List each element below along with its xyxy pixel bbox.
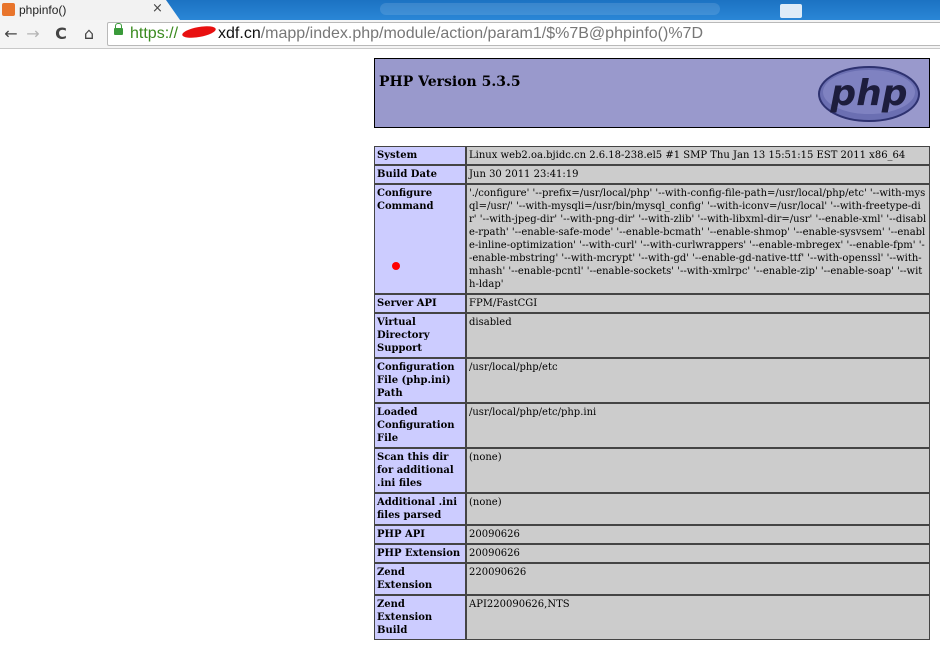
- row-key: PHP API: [374, 525, 466, 544]
- red-dot-marker: [392, 262, 400, 270]
- row-key: Additional .ini files parsed: [374, 493, 466, 525]
- table-row: Scan this dir for additional .ini files(…: [374, 448, 930, 493]
- row-key: Zend Extension Build: [374, 595, 466, 640]
- table-row: PHP API 20090626: [374, 525, 930, 544]
- table-row: Loaded Configuration File/usr/local/php/…: [374, 403, 930, 448]
- php-header: PHP Version 5.3.5 php: [374, 58, 930, 128]
- url-host: xdf.cn: [218, 25, 261, 42]
- row-value: './configure' '--prefix=/usr/local/php' …: [466, 184, 930, 294]
- tab-phpinfo[interactable]: phpinfo() ×: [0, 0, 180, 20]
- row-value: (none): [466, 448, 930, 493]
- row-key: Zend Extension: [374, 563, 466, 595]
- table-row: Zend Extension Build API220090626,NTS: [374, 595, 930, 640]
- php-logo: php: [818, 66, 920, 122]
- redaction-mark: [181, 24, 217, 40]
- row-value: 220090626: [466, 563, 930, 595]
- table-row: Configure Command './configure' '--prefix…: [374, 184, 930, 294]
- address-bar[interactable]: https:// xdf.cn/mapp/index.php/module/act…: [107, 22, 940, 46]
- table-row: Zend Extension 220090626: [374, 563, 930, 595]
- row-key: PHP Extension: [374, 544, 466, 563]
- reload-button[interactable]: C: [52, 24, 70, 44]
- php-logo-text: php: [829, 73, 907, 114]
- tab-title: phpinfo(): [19, 3, 67, 17]
- row-key: Virtual Directory Support: [374, 313, 466, 358]
- table-row: Additional .ini files parsed (none): [374, 493, 930, 525]
- row-value: Jun 30 2011 23:41:19: [466, 165, 930, 184]
- page-content: PHP Version 5.3.5 php System Linux web2.o…: [0, 49, 940, 660]
- row-value: /usr/local/php/etc: [466, 358, 930, 403]
- table-row: Server API FPM/FastCGI: [374, 294, 930, 313]
- lock-icon: [114, 23, 123, 35]
- row-key: Scan this dir for additional .ini files: [374, 448, 466, 493]
- page-title: PHP Version 5.3.5: [379, 74, 521, 90]
- row-key: Build Date: [374, 165, 466, 184]
- background-shape: [380, 3, 720, 15]
- row-value: FPM/FastCGI: [466, 294, 930, 313]
- url-path: /mapp/index.php/module/action/param1/$%7…: [260, 25, 703, 42]
- url-scheme: https://: [130, 25, 179, 42]
- row-value: 20090626: [466, 525, 930, 544]
- row-value: /usr/local/php/etc/php.ini: [466, 403, 930, 448]
- home-button[interactable]: ⌂: [80, 24, 98, 44]
- row-value: 20090626: [466, 544, 930, 563]
- info-table-body: System Linux web2.oa.bjidc.cn 2.6.18-238.…: [374, 146, 930, 640]
- table-row: System Linux web2.oa.bjidc.cn 2.6.18-238.…: [374, 146, 930, 165]
- close-icon[interactable]: ×: [152, 1, 163, 17]
- background-shape: [780, 4, 802, 18]
- row-key: Loaded Configuration File: [374, 403, 466, 448]
- table-row: Virtual Directory Support disabled: [374, 313, 930, 358]
- info-table: System Linux web2.oa.bjidc.cn 2.6.18-238.…: [374, 146, 930, 640]
- row-value: (none): [466, 493, 930, 525]
- url-text[interactable]: https:// xdf.cn/mapp/index.php/module/act…: [130, 24, 703, 44]
- back-button[interactable]: ←: [2, 24, 20, 44]
- table-row: Configuration File (php.ini) Path/usr/lo…: [374, 358, 930, 403]
- row-key: System: [374, 146, 466, 165]
- row-key: Configuration File (php.ini) Path: [374, 358, 466, 403]
- forward-button[interactable]: →: [24, 24, 42, 44]
- row-value: disabled: [466, 313, 930, 358]
- table-row: PHP Extension 20090626: [374, 544, 930, 563]
- browser-toolbar: ← → C ⌂ https:// xdf.cn/mapp/index.php/mo…: [0, 20, 940, 49]
- row-value: API220090626,NTS: [466, 595, 930, 640]
- row-key: Configure Command: [374, 184, 466, 294]
- favicon-icon: [2, 3, 15, 16]
- row-key: Server API: [374, 294, 466, 313]
- tab-strip: phpinfo() ×: [0, 0, 940, 20]
- row-value: Linux web2.oa.bjidc.cn 2.6.18-238.el5 #1…: [466, 146, 930, 165]
- table-row: Build Date Jun 30 2011 23:41:19: [374, 165, 930, 184]
